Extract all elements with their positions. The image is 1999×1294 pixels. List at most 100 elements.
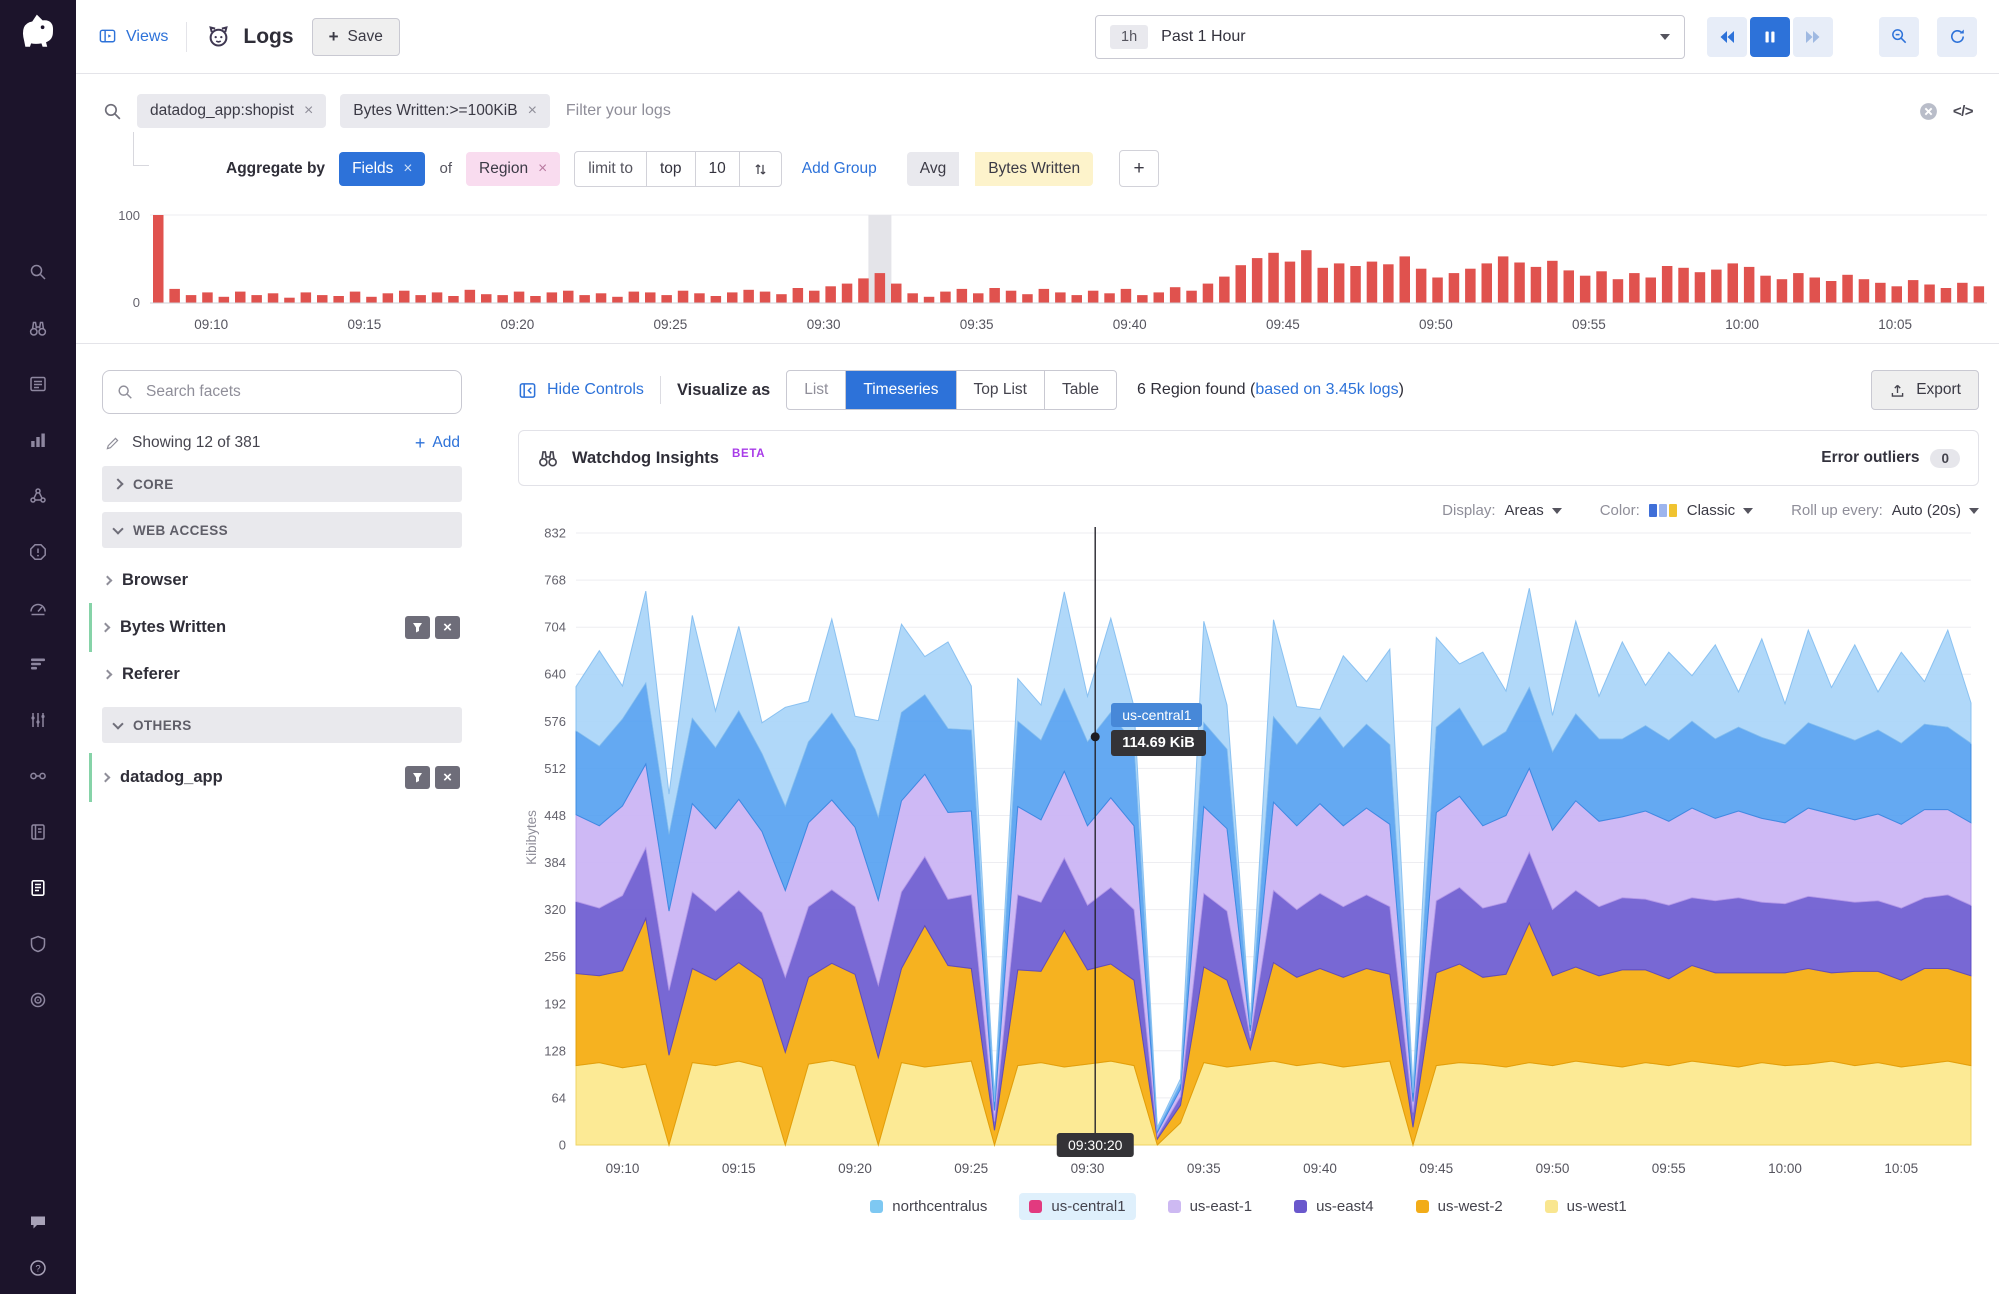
- watchdog-icon[interactable]: [28, 318, 48, 338]
- service-map-icon[interactable]: [28, 766, 48, 786]
- hide-controls-button[interactable]: Hide Controls: [518, 381, 644, 400]
- close-icon[interactable]: ×: [403, 160, 412, 178]
- datadog-logo[interactable]: [15, 10, 61, 56]
- infrastructure-icon[interactable]: [28, 486, 48, 506]
- display-selector[interactable]: Areas: [1505, 502, 1562, 519]
- display-value: Areas: [1505, 502, 1544, 519]
- facet-filter-button[interactable]: [405, 616, 430, 639]
- legend-item[interactable]: northcentralus: [860, 1193, 997, 1220]
- export-button[interactable]: Export: [1871, 370, 1979, 410]
- tab-table[interactable]: Table: [1044, 371, 1116, 409]
- facet-filter-button[interactable]: [405, 766, 430, 789]
- sort-button[interactable]: [739, 151, 782, 187]
- svg-text:768: 768: [544, 573, 566, 588]
- svg-text:640: 640: [544, 667, 566, 682]
- chevron-down-icon: [1552, 508, 1562, 514]
- add-group-button[interactable]: Add Group: [802, 160, 877, 178]
- legend-item[interactable]: us-central1: [1019, 1193, 1135, 1220]
- legend-item[interactable]: us-west1: [1535, 1193, 1637, 1220]
- svg-text:09:55: 09:55: [1652, 1161, 1686, 1176]
- content-area: Showing 12 of 381 + Add CORE WEB ACCESS: [76, 344, 1999, 1294]
- search-input[interactable]: [564, 101, 1904, 121]
- facet-search-input[interactable]: [144, 382, 448, 402]
- top-count-selector[interactable]: 10: [695, 151, 740, 187]
- logs-icon[interactable]: [28, 878, 48, 898]
- legend-item[interactable]: us-east4: [1284, 1193, 1384, 1220]
- svg-text:?: ?: [35, 1264, 40, 1275]
- aggregate-field-chip[interactable]: Fields ×: [339, 152, 425, 186]
- facet-section-core[interactable]: CORE: [102, 466, 462, 502]
- svg-text:192: 192: [544, 996, 566, 1011]
- filter-chip[interactable]: datadog_app:shopist ×: [137, 94, 326, 128]
- results-prefix: 6 Region found (: [1137, 381, 1255, 398]
- search-icon[interactable]: [28, 262, 48, 282]
- rewind-button[interactable]: [1707, 17, 1747, 57]
- color-selector[interactable]: Classic: [1649, 502, 1753, 519]
- close-icon[interactable]: ×: [538, 160, 547, 178]
- views-button[interactable]: Views: [98, 27, 168, 46]
- close-icon[interactable]: ×: [528, 103, 537, 119]
- facet-section-others[interactable]: OTHERS: [102, 707, 462, 743]
- facet-section-web-access[interactable]: WEB ACCESS: [102, 512, 462, 548]
- tab-top-list[interactable]: Top List: [956, 371, 1044, 409]
- help-icon[interactable]: ?: [28, 1258, 48, 1278]
- chat-icon[interactable]: [28, 1212, 48, 1232]
- security-shield-icon[interactable]: [28, 934, 48, 954]
- processes-icon[interactable]: [28, 654, 48, 674]
- pause-button[interactable]: [1750, 17, 1790, 57]
- filter-chip[interactable]: Bytes Written:>=100KiB ×: [340, 94, 550, 128]
- pipelines-icon[interactable]: [28, 710, 48, 730]
- timeseries-svg[interactable]: 0641281922563203844485125766407047688320…: [518, 523, 1979, 1191]
- tab-list[interactable]: List: [787, 371, 845, 409]
- visualization-panel: Hide Controls Visualize as List Timeseri…: [518, 370, 1979, 1294]
- close-icon[interactable]: ×: [304, 103, 313, 119]
- clear-search-icon[interactable]: [1918, 101, 1939, 122]
- log-histogram-svg[interactable]: 100009:1009:1509:2009:2509:3009:3509:400…: [76, 207, 1999, 339]
- add-facet-button[interactable]: + Add: [415, 434, 460, 452]
- apm-gauge-icon[interactable]: [28, 598, 48, 618]
- code-view-toggle[interactable]: </>: [1953, 103, 1973, 120]
- facet-browser[interactable]: Browser: [102, 558, 462, 603]
- legend-label: us-east4: [1316, 1198, 1374, 1215]
- color-value: Classic: [1687, 502, 1735, 519]
- pencil-icon[interactable]: [104, 435, 121, 452]
- refresh-button[interactable]: [1937, 17, 1977, 57]
- search-icon: [102, 101, 123, 122]
- time-range-selector[interactable]: 1h Past 1 Hour: [1095, 15, 1685, 59]
- add-measure-button[interactable]: +: [1119, 150, 1159, 187]
- playback-controls: [1707, 17, 1833, 57]
- page-title: Logs: [205, 23, 293, 50]
- notebook-icon[interactable]: [28, 822, 48, 842]
- timeseries-chart: Kibibytes 064128192256320384448512576640…: [518, 523, 1979, 1191]
- watchdog-insights-bar[interactable]: Watchdog Insights BETA Error outliers 0: [518, 430, 1979, 486]
- metrics-icon[interactable]: [28, 430, 48, 450]
- logs-product-icon: [205, 23, 232, 50]
- synthetics-target-icon[interactable]: [28, 990, 48, 1010]
- tab-timeseries[interactable]: Timeseries: [845, 371, 955, 409]
- facet-datadog-app[interactable]: datadog_app ×: [89, 753, 462, 802]
- error-outliers: Error outliers 0: [1821, 449, 1960, 468]
- facet-referer[interactable]: Referer: [102, 652, 462, 697]
- legend-item[interactable]: us-west-2: [1406, 1193, 1513, 1220]
- limit-to-label[interactable]: limit to: [574, 151, 647, 187]
- save-button[interactable]: + Save: [312, 18, 400, 56]
- rollup-selector[interactable]: Auto (20s): [1892, 502, 1979, 519]
- facet-bytes-written[interactable]: Bytes Written ×: [89, 603, 462, 652]
- top-selector[interactable]: top: [646, 151, 696, 187]
- main-area: Views Logs + Save 1h Past 1 Hour: [76, 0, 1999, 1294]
- facet-remove-button[interactable]: ×: [435, 616, 460, 639]
- results-link[interactable]: based on 3.45k logs: [1255, 381, 1398, 398]
- legend-item[interactable]: us-east-1: [1158, 1193, 1263, 1220]
- zoom-out-button[interactable]: [1879, 17, 1919, 57]
- facet-remove-button[interactable]: ×: [435, 766, 460, 789]
- group-by-chip[interactable]: Region ×: [466, 152, 560, 186]
- chevron-right-icon: [101, 623, 111, 633]
- events-icon[interactable]: [28, 374, 48, 394]
- svg-text:704: 704: [544, 620, 566, 635]
- forward-button[interactable]: [1793, 17, 1833, 57]
- svg-text:832: 832: [544, 526, 566, 541]
- measure-chip[interactable]: Bytes Written: [975, 152, 1093, 186]
- monitors-icon[interactable]: [28, 542, 48, 562]
- aggregation-function-chip[interactable]: Avg: [907, 152, 959, 186]
- facets-panel: Showing 12 of 381 + Add CORE WEB ACCESS: [102, 370, 462, 1294]
